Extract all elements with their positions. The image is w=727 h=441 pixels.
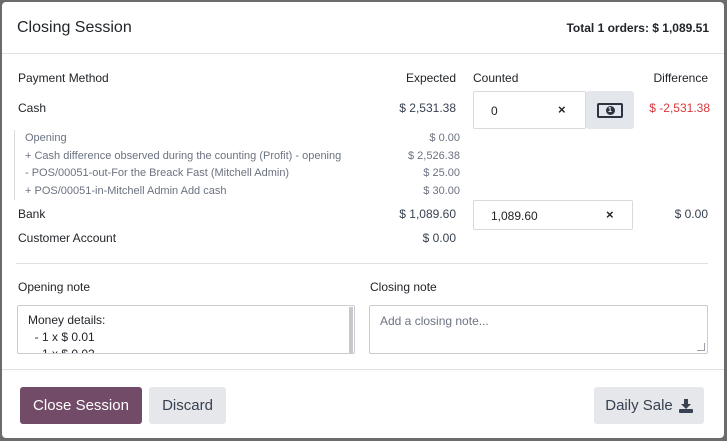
opening-note-line: - 1 x $ 0.01 xyxy=(28,330,95,344)
detail-amount: $ 30.00 xyxy=(423,185,460,197)
dialog-title: Closing Session xyxy=(17,18,132,36)
close-session-button[interactable]: Close Session xyxy=(20,387,142,424)
closing-session-dialog: Closing Session Total 1 orders: $ 1,089.… xyxy=(2,2,724,438)
cash-details: Opening $ 0.00 + Cash difference observe… xyxy=(14,130,460,200)
closing-note-textarea[interactable]: Add a closing note... xyxy=(369,305,708,354)
bank-difference: $ 0.00 xyxy=(674,207,708,221)
cash-label: Cash xyxy=(18,101,47,115)
detail-label: - POS/00051-out-For the Breack Fast (Mit… xyxy=(25,167,290,179)
bank-counted-value: 1,089.60 xyxy=(491,209,538,223)
opening-note-textarea[interactable]: Money details: - 1 x $ 0.01 - 1 x $ 0.02 xyxy=(17,305,355,354)
detail-label: Opening xyxy=(25,132,67,144)
opening-note-label: Opening note xyxy=(18,280,91,294)
cash-counted-value: 0 xyxy=(491,104,498,118)
header-expected: Expected xyxy=(405,71,456,85)
header-difference: Difference xyxy=(653,71,708,85)
divider xyxy=(16,263,708,264)
cash-expected: $ 2,531.38 xyxy=(399,101,456,115)
total-orders: Total 1 orders: $ 1,089.51 xyxy=(566,20,709,35)
detail-amount: $ 2,526.38 xyxy=(408,150,460,162)
opening-note-scrollbar[interactable] xyxy=(349,307,353,353)
dialog-header: Closing Session Total 1 orders: $ 1,089.… xyxy=(2,2,724,54)
bank-counted-input[interactable]: 1,089.60 × xyxy=(473,200,633,230)
daily-sale-label: Daily Sale xyxy=(605,397,673,414)
customer-account-label: Customer Account xyxy=(18,231,117,245)
header-payment-method: Payment Method xyxy=(18,71,109,85)
cash-clear-icon[interactable]: × xyxy=(558,102,566,117)
discard-button[interactable]: Discard xyxy=(149,387,226,424)
opening-note-line: Money details: xyxy=(28,313,106,327)
money-bill-icon: 1 xyxy=(597,102,623,118)
closing-note-label: Closing note xyxy=(370,280,437,294)
bank-expected: $ 1,089.60 xyxy=(399,207,456,221)
dialog-body: Payment Method Expected Counted Differen… xyxy=(2,54,724,369)
cash-difference: $ -2,531.38 xyxy=(649,101,710,115)
download-icon xyxy=(678,398,693,413)
detail-label: + Cash difference observed during the co… xyxy=(25,150,342,162)
dialog-footer: Close Session Discard Daily Sale xyxy=(2,369,724,438)
bank-label: Bank xyxy=(18,207,46,221)
resize-handle[interactable] xyxy=(697,343,705,351)
money-details-button[interactable]: 1 xyxy=(586,91,634,129)
opening-note-line: - 1 x $ 0.02 xyxy=(28,347,95,354)
daily-sale-button[interactable]: Daily Sale xyxy=(594,387,704,424)
detail-amount: $ 0.00 xyxy=(429,132,460,144)
customer-account-expected: $ 0.00 xyxy=(422,231,456,245)
bank-clear-icon[interactable]: × xyxy=(606,207,614,222)
detail-amount: $ 25.00 xyxy=(423,167,460,179)
header-counted: Counted xyxy=(473,71,519,85)
closing-note-placeholder: Add a closing note... xyxy=(380,314,489,328)
detail-label: + POS/00051-in-Mitchell Admin Add cash xyxy=(25,185,227,197)
cash-counted-input[interactable]: 0 × xyxy=(473,91,586,129)
